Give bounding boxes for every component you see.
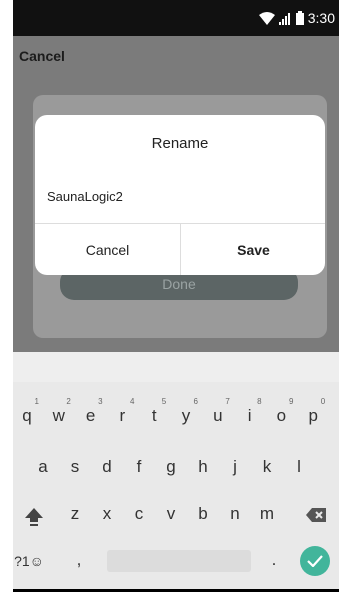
shift-key[interactable] bbox=[21, 507, 47, 532]
key-e[interactable]: e3 bbox=[79, 397, 103, 426]
signal-icon bbox=[278, 12, 292, 25]
key-n[interactable]: n bbox=[223, 504, 247, 524]
space-key[interactable] bbox=[107, 550, 251, 572]
key-c[interactable]: c bbox=[127, 504, 151, 524]
comma-key[interactable]: , bbox=[69, 550, 89, 570]
key-a[interactable]: a bbox=[31, 457, 55, 477]
key-label: u bbox=[213, 406, 223, 425]
key-t[interactable]: t5 bbox=[142, 397, 166, 426]
key-label: w bbox=[52, 406, 65, 425]
key-i[interactable]: i8 bbox=[238, 397, 262, 426]
status-time: 3:30 bbox=[307, 10, 335, 26]
dialog-title: Rename bbox=[151, 135, 209, 152]
key-k[interactable]: k bbox=[255, 457, 279, 477]
dialog-save-button[interactable]: Save bbox=[181, 224, 325, 275]
status-icons: 3:30 bbox=[258, 10, 335, 26]
backspace-icon bbox=[306, 508, 326, 522]
rename-dialog: Rename Cancel Save bbox=[35, 115, 325, 275]
cancel-link[interactable]: Cancel bbox=[19, 48, 65, 64]
key-w[interactable]: w2 bbox=[47, 397, 71, 426]
key-label: o bbox=[276, 406, 287, 425]
key-label: r bbox=[119, 406, 126, 425]
key-v[interactable]: v bbox=[159, 504, 183, 524]
shift-icon bbox=[25, 508, 43, 526]
screen-left-edge bbox=[0, 0, 13, 592]
key-f[interactable]: f bbox=[127, 457, 151, 477]
backspace-key[interactable] bbox=[301, 507, 331, 528]
key-u[interactable]: u7 bbox=[206, 397, 230, 426]
key-hint: 5 bbox=[161, 397, 167, 406]
symbols-key[interactable]: ?1☺ bbox=[13, 553, 47, 569]
wifi-icon bbox=[258, 11, 275, 25]
key-label: i bbox=[247, 406, 252, 425]
checkmark-icon bbox=[307, 555, 323, 567]
key-hint: 7 bbox=[225, 397, 230, 406]
key-z[interactable]: z bbox=[63, 504, 87, 524]
dialog-cancel-button[interactable]: Cancel bbox=[35, 224, 180, 275]
key-d[interactable]: d bbox=[95, 457, 119, 477]
key-hint: 4 bbox=[129, 397, 135, 406]
key-j[interactable]: j bbox=[223, 457, 247, 477]
key-r[interactable]: r4 bbox=[110, 397, 135, 426]
key-hint: 0 bbox=[320, 397, 326, 406]
key-hint: 8 bbox=[257, 397, 262, 406]
key-q[interactable]: q1 bbox=[15, 397, 39, 426]
status-bar: 3:30 bbox=[13, 0, 339, 36]
top-bar: Cancel bbox=[13, 36, 339, 80]
key-o[interactable]: o9 bbox=[269, 397, 294, 426]
key-m[interactable]: m bbox=[255, 504, 279, 524]
key-hint: 9 bbox=[288, 397, 294, 406]
enter-key[interactable] bbox=[300, 546, 330, 576]
key-h[interactable]: h bbox=[191, 457, 215, 477]
key-label: y bbox=[181, 406, 191, 425]
app-screen: 3:30 Cancel Done Rename Cancel Save ?1☺ … bbox=[13, 0, 339, 592]
key-label: q bbox=[22, 406, 32, 425]
key-y[interactable]: y6 bbox=[174, 397, 198, 426]
period-key[interactable]: . bbox=[264, 550, 284, 570]
rename-input[interactable] bbox=[47, 181, 307, 211]
key-g[interactable]: g bbox=[159, 457, 183, 477]
key-p[interactable]: p0 bbox=[301, 397, 325, 426]
key-l[interactable]: l bbox=[287, 457, 311, 477]
key-label: p bbox=[308, 406, 318, 425]
key-x[interactable]: x bbox=[95, 504, 119, 524]
key-s[interactable]: s bbox=[63, 457, 87, 477]
key-hint: 6 bbox=[193, 397, 198, 406]
keyboard-suggestion-bar bbox=[13, 352, 339, 382]
battery-icon bbox=[295, 11, 304, 25]
key-hint: 2 bbox=[66, 397, 71, 406]
key-hint: 1 bbox=[34, 397, 39, 406]
key-label: e bbox=[85, 406, 96, 425]
key-b[interactable]: b bbox=[191, 504, 215, 524]
key-hint: 3 bbox=[98, 397, 103, 406]
key-label: t bbox=[151, 406, 157, 425]
